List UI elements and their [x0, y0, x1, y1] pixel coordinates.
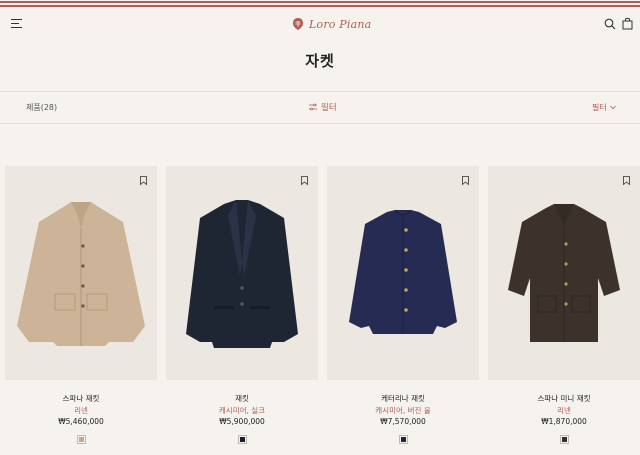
- search-icon[interactable]: [604, 18, 616, 30]
- product-material: 캐시미어, 실크: [218, 406, 266, 415]
- product-grid: 스파나 재킷 리넨 ₩5,460,000 재킷 캐시미어, 실크 ₩5,900,…: [0, 166, 640, 455]
- color-swatch[interactable]: [560, 435, 569, 444]
- product-material: 리넨: [74, 406, 88, 415]
- bookmark-icon[interactable]: [623, 176, 630, 185]
- filter-bar: 제품(28) 필터 필터: [0, 91, 640, 124]
- product-name[interactable]: 스파나 미니 재킷: [488, 393, 640, 404]
- sort-dropdown[interactable]: 필터: [592, 102, 616, 113]
- product-image[interactable]: [166, 166, 318, 380]
- menu-icon[interactable]: [11, 18, 22, 29]
- sort-label: 필터: [592, 103, 607, 112]
- product-card[interactable]: 케터리나 재킷 캐시미어, 버진 울 ₩7,570,000: [327, 166, 479, 455]
- color-swatch[interactable]: [238, 435, 247, 444]
- logo-text: Loro Piana: [309, 17, 372, 31]
- product-price: ₩5,460,000: [58, 417, 104, 426]
- product-name[interactable]: 케터리나 재킷: [327, 393, 479, 404]
- product-image[interactable]: [327, 166, 479, 380]
- filter-sliders-icon: [309, 103, 317, 111]
- jacket-image: [508, 204, 620, 342]
- product-count: 제품(28): [26, 103, 58, 112]
- stripe-line: [0, 5, 640, 7]
- page-title: 자켓: [305, 52, 335, 70]
- jacket-image: [186, 200, 298, 348]
- product-material: 캐시미어, 버진 울: [375, 406, 431, 415]
- crest-icon: [293, 18, 303, 30]
- stripe-line: [0, 1, 640, 3]
- product-price: ₩5,900,000: [219, 417, 265, 426]
- bookmark-icon[interactable]: [462, 176, 469, 185]
- bookmark-icon[interactable]: [301, 176, 308, 185]
- jacket-image: [17, 202, 145, 346]
- chevron-down-icon: [609, 105, 616, 110]
- product-card[interactable]: 재킷 캐시미어, 실크 ₩5,900,000: [166, 166, 318, 455]
- color-swatch[interactable]: [77, 435, 86, 444]
- color-swatch[interactable]: [399, 435, 408, 444]
- filter-button[interactable]: 필터: [309, 101, 337, 113]
- site-header: Loro Piana: [0, 10, 640, 40]
- bookmark-icon[interactable]: [140, 176, 147, 185]
- product-price: ₩1,870,000: [541, 417, 587, 426]
- product-card[interactable]: 스파나 재킷 리넨 ₩5,460,000: [5, 166, 157, 455]
- product-name[interactable]: 재킷: [166, 393, 318, 404]
- shopping-bag-icon[interactable]: [622, 17, 633, 30]
- jacket-image: [349, 209, 457, 334]
- product-name[interactable]: 스파나 재킷: [5, 393, 157, 404]
- product-material: 리넨: [557, 406, 571, 415]
- product-image[interactable]: [488, 166, 640, 380]
- filter-label: 필터: [321, 103, 337, 113]
- brand-logo[interactable]: Loro Piana: [291, 14, 371, 34]
- top-stripe: [0, 0, 640, 8]
- product-card[interactable]: 스파나 미니 재킷 리넨 ₩1,870,000: [488, 166, 640, 455]
- product-price: ₩7,570,000: [380, 417, 426, 426]
- product-image[interactable]: [5, 166, 157, 380]
